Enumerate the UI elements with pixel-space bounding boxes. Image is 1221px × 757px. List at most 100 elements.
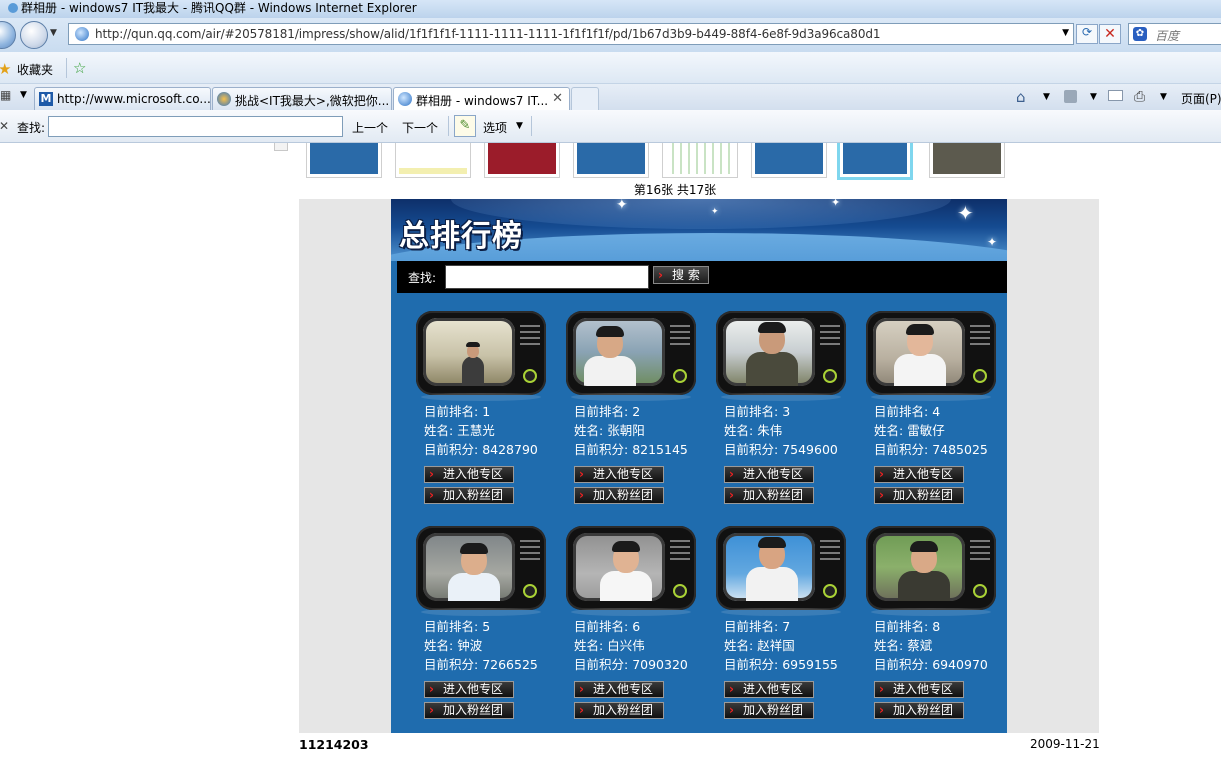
ranking-search-button[interactable]: › 搜 索 [653, 266, 709, 284]
find-options-button[interactable]: 选项 [483, 119, 507, 136]
thumbnail[interactable] [484, 143, 560, 178]
tab-qun-album[interactable]: 群相册 - windows7 IT... ✕ [393, 87, 570, 111]
tv-frame[interactable] [566, 311, 696, 401]
member-photo[interactable] [723, 318, 815, 386]
thumbnail[interactable] [306, 143, 382, 178]
tv-frame[interactable] [416, 526, 546, 616]
enter-zone-button[interactable]: › 进入他专区 [874, 466, 964, 483]
tab-microsoft[interactable]: M http://www.microsoft.co... [34, 87, 211, 110]
join-fan-club-button[interactable]: › 加入粉丝团 [874, 702, 964, 719]
address-url[interactable]: http://qun.qq.com/air/#20578181/impress/… [95, 27, 881, 41]
member-photo[interactable] [723, 533, 815, 601]
score-line: 目前积分: 7549600 [724, 442, 838, 457]
tv-frame[interactable] [866, 311, 996, 401]
favorites-button[interactable]: 收藏夹 [17, 61, 53, 78]
thumbnail[interactable] [573, 143, 649, 178]
member-photo[interactable] [873, 318, 965, 386]
favorites-bar: ★ 收藏夹 ☆ [0, 52, 1221, 84]
thumbnail[interactable] [662, 143, 738, 178]
chevron-right-icon: › [729, 488, 734, 502]
enter-zone-button[interactable]: › 进入他专区 [424, 466, 514, 483]
rank-line: 目前排名: 5 [424, 619, 491, 634]
join-fan-club-button[interactable]: › 加入粉丝团 [574, 702, 664, 719]
new-tab-button[interactable] [571, 87, 599, 110]
back-button[interactable] [0, 21, 16, 49]
page-menu-button[interactable]: 页面(P) [1181, 90, 1221, 107]
highlight-icon[interactable]: ✎ [454, 115, 476, 137]
scroll-arrow[interactable] [274, 143, 288, 151]
join-fan-club-button[interactable]: › 加入粉丝团 [724, 487, 814, 504]
join-fan-club-button[interactable]: › 加入粉丝团 [574, 487, 664, 504]
ranking-search-input[interactable] [445, 265, 649, 289]
chevron-right-icon: › [579, 682, 584, 696]
join-fan-club-button[interactable]: › 加入粉丝团 [874, 487, 964, 504]
tv-frame[interactable] [416, 311, 546, 401]
home-icon[interactable]: ⌂ [1016, 88, 1026, 106]
tv-frame[interactable] [716, 526, 846, 616]
tv-frame[interactable] [866, 526, 996, 616]
tab-list-dropdown-icon[interactable]: ▼ [20, 90, 27, 100]
member-name: 蔡斌 [907, 638, 933, 653]
score-line: 目前积分: 8215145 [574, 442, 688, 457]
favorites-star-icon[interactable]: ★ [0, 60, 11, 78]
thumbnail-selected[interactable] [837, 143, 913, 180]
member-photo[interactable] [573, 318, 665, 386]
find-input[interactable] [48, 116, 343, 137]
separator [531, 116, 532, 136]
member-photo[interactable] [423, 318, 515, 386]
print-dropdown-icon[interactable]: ▼ [1160, 92, 1167, 102]
chevron-right-icon: › [879, 488, 884, 502]
find-next-button[interactable]: 下一个 [402, 119, 438, 136]
home-dropdown-icon[interactable]: ▼ [1043, 92, 1050, 102]
add-favorite-icon[interactable]: ☆ [73, 59, 86, 77]
enter-zone-button[interactable]: › 进入他专区 [574, 681, 664, 698]
member-photo[interactable] [423, 533, 515, 601]
refresh-button[interactable]: ⟳ [1076, 24, 1098, 44]
tv-frame[interactable] [566, 526, 696, 616]
thumbnail[interactable] [751, 143, 827, 178]
enter-zone-button[interactable]: › 进入他专区 [874, 681, 964, 698]
tv-frame[interactable] [716, 311, 846, 401]
quick-tabs-icon[interactable]: ▦ [0, 88, 17, 106]
member-photo[interactable] [573, 533, 665, 601]
star-icon: ✦ [957, 201, 974, 225]
join-fan-club-button[interactable]: › 加入粉丝团 [424, 487, 514, 504]
portrait-body [462, 356, 484, 386]
member-name: 白兴伟 [607, 638, 645, 653]
forward-button[interactable] [20, 21, 48, 49]
thumbnail[interactable] [395, 143, 471, 178]
join-fan-club-button[interactable]: › 加入粉丝团 [724, 702, 814, 719]
find-previous-button[interactable]: 上一个 [352, 119, 388, 136]
web-search-field[interactable]: ✿ 百度 [1128, 23, 1221, 45]
enter-zone-button[interactable]: › 进入他专区 [724, 466, 814, 483]
feeds-dropdown-icon[interactable]: ▼ [1090, 92, 1097, 102]
stop-button[interactable]: ✕ [1099, 24, 1121, 44]
recent-pages-dropdown-icon[interactable]: ▼ [50, 28, 57, 38]
enter-zone-button[interactable]: › 进入他专区 [724, 681, 814, 698]
tv-knob-icon [523, 369, 537, 383]
address-toolbar: ▼ http://qun.qq.com/air/#20578181/impres… [0, 18, 1221, 52]
portrait-body [746, 352, 798, 386]
options-dropdown-icon[interactable]: ▼ [516, 121, 523, 131]
enter-zone-button[interactable]: › 进入他专区 [424, 681, 514, 698]
thumbnail[interactable] [929, 143, 1005, 178]
address-field[interactable]: http://qun.qq.com/air/#20578181/impress/… [68, 23, 1074, 45]
tab-label: 挑战<IT我最大>,微软把你... [235, 94, 390, 108]
join-fan-club-button[interactable]: › 加入粉丝团 [424, 702, 514, 719]
ranking-card: 目前排名: 1 姓名: 王慧光 目前积分: 8428790 › 进入他专区 › 加入粉丝团 [391, 311, 546, 521]
mail-icon[interactable] [1108, 90, 1123, 101]
name-line: 姓名: 雷敏仔 [874, 423, 945, 438]
member-name: 赵祥国 [757, 638, 795, 653]
enter-zone-button[interactable]: › 进入他专区 [574, 466, 664, 483]
tv-knob-icon [673, 369, 687, 383]
chevron-right-icon: › [429, 488, 434, 502]
window-title-bar: 群相册 - windows7 IT我最大 - 腾讯QQ群 - Windows I… [0, 0, 1221, 18]
feeds-icon[interactable] [1064, 90, 1077, 103]
close-tab-icon[interactable]: ✕ [552, 91, 563, 106]
tab-challenge[interactable]: 挑战<IT我最大>,微软把你... [212, 87, 392, 110]
close-find-icon[interactable]: ✕ [0, 119, 9, 133]
member-photo[interactable] [873, 533, 965, 601]
print-icon[interactable]: ⎙ [1134, 89, 1145, 105]
address-dropdown-icon[interactable]: ▼ [1062, 28, 1069, 38]
ranking-search-label: 查找: [408, 271, 437, 285]
